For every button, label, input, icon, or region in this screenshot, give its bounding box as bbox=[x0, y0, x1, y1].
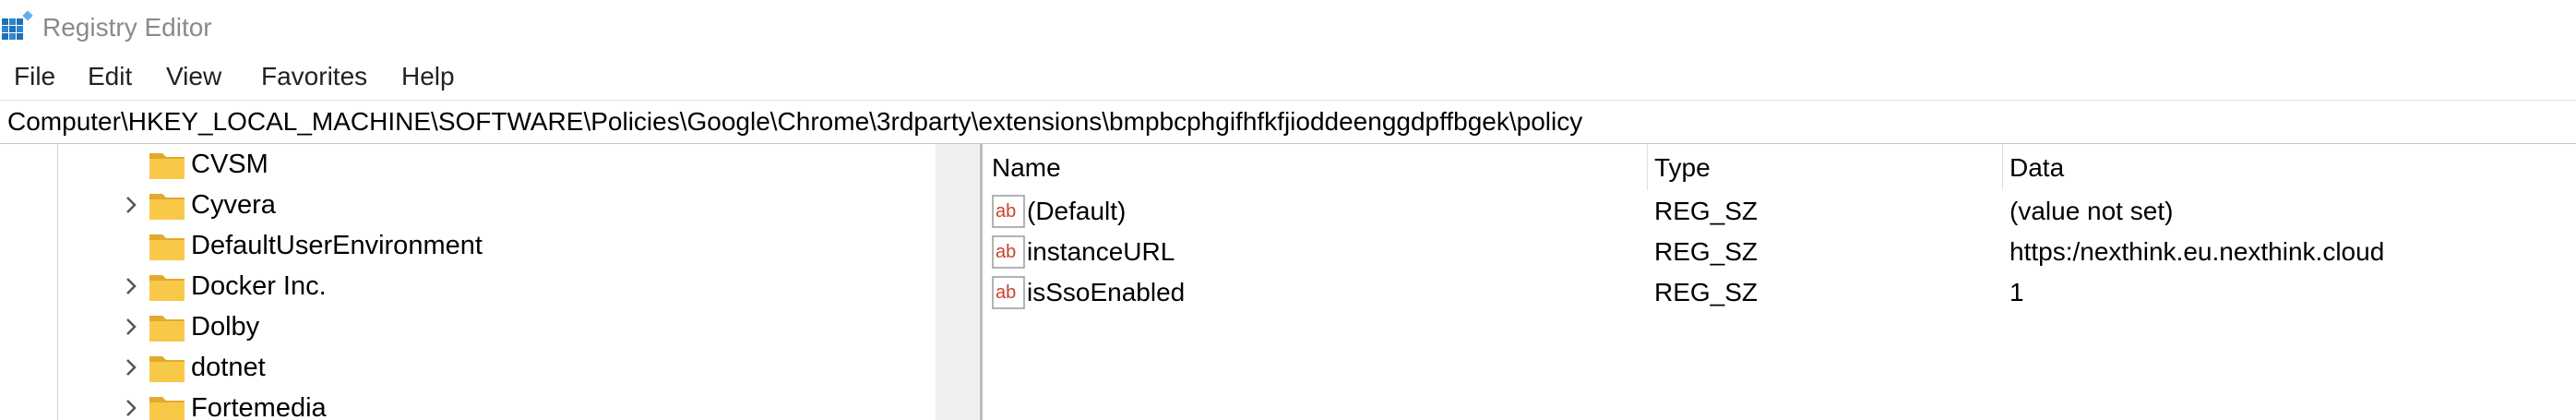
registry-icon bbox=[2, 10, 33, 40]
string-value-icon: ab bbox=[992, 235, 1025, 269]
tree-item-fortemedia[interactable]: Fortemedia bbox=[0, 388, 923, 420]
value-type: REG_SZ bbox=[1654, 278, 1759, 306]
value-data: (value not set) bbox=[2010, 197, 2174, 225]
chevron-right-icon[interactable] bbox=[120, 395, 142, 420]
folder-icon bbox=[149, 356, 185, 382]
value-data: https:/nexthink.eu.nexthink.cloud bbox=[2010, 237, 2385, 266]
menu-bar: File Edit View Favorites Help bbox=[0, 57, 2576, 96]
column-header-type[interactable]: Type bbox=[1654, 144, 1711, 190]
menu-help[interactable]: Help bbox=[401, 57, 455, 96]
title-bar: Registry Editor bbox=[0, 0, 2576, 55]
string-value-icon: ab bbox=[992, 195, 1025, 228]
menu-edit[interactable]: Edit bbox=[88, 57, 132, 96]
tree-item-label: DefaultUserEnvironment bbox=[191, 231, 483, 260]
value-data: 1 bbox=[2010, 278, 2024, 306]
folder-icon bbox=[149, 275, 185, 301]
tree-item-cvsm[interactable]: CVSM bbox=[0, 144, 923, 185]
values-list[interactable]: Name Type Data ab (Default) REG_SZ (valu… bbox=[983, 144, 2576, 420]
value-type: REG_SZ bbox=[1654, 197, 1759, 225]
tree-item-label: dotnet bbox=[191, 353, 266, 382]
key-tree[interactable]: CVSM Cyvera DefaultUserEnvironment Docke… bbox=[0, 144, 980, 420]
window-title: Registry Editor bbox=[42, 13, 212, 42]
tree-item-label: Cyvera bbox=[191, 190, 276, 220]
chevron-right-icon[interactable] bbox=[120, 354, 142, 380]
folder-icon bbox=[149, 194, 185, 220]
address-path[interactable]: Computer\HKEY_LOCAL_MACHINE\SOFTWARE\Pol… bbox=[7, 101, 1582, 143]
value-type: REG_SZ bbox=[1654, 237, 1759, 266]
address-bar[interactable]: Computer\HKEY_LOCAL_MACHINE\SOFTWARE\Pol… bbox=[0, 100, 2576, 144]
column-header-name[interactable]: Name bbox=[992, 144, 1061, 190]
tree-item-docker-inc[interactable]: Docker Inc. bbox=[0, 266, 923, 306]
tree-item-label: CVSM bbox=[191, 150, 268, 179]
menu-file[interactable]: File bbox=[14, 57, 55, 96]
value-name: (Default) bbox=[1027, 197, 1127, 225]
column-divider[interactable] bbox=[1647, 144, 1648, 190]
tree-item-dotnet[interactable]: dotnet bbox=[0, 347, 923, 388]
chevron-right-icon[interactable] bbox=[120, 192, 142, 218]
tree-item-dolby[interactable]: Dolby bbox=[0, 306, 923, 347]
tree-item-label: Dolby bbox=[191, 312, 260, 342]
svg-text:ab: ab bbox=[996, 282, 1016, 303]
tree-item-defaultuserenvironment[interactable]: DefaultUserEnvironment bbox=[0, 225, 923, 266]
menu-favorites[interactable]: Favorites bbox=[261, 57, 367, 96]
value-row-default[interactable]: ab (Default) REG_SZ (value not set) bbox=[983, 190, 2576, 231]
svg-text:ab: ab bbox=[996, 201, 1016, 222]
chevron-right-icon[interactable] bbox=[120, 314, 142, 340]
string-value-icon: ab bbox=[992, 276, 1025, 309]
chevron-right-icon[interactable] bbox=[120, 273, 142, 299]
value-row-instanceurl[interactable]: ab instanceURL REG_SZ https:/nexthink.eu… bbox=[983, 231, 2576, 271]
value-name: isSsoEnabled bbox=[1027, 278, 1186, 306]
folder-icon bbox=[149, 397, 185, 420]
tree-item-cyvera[interactable]: Cyvera bbox=[0, 185, 923, 225]
folder-icon bbox=[149, 316, 185, 342]
value-row-isssoenabled[interactable]: ab isSsoEnabled REG_SZ 1 bbox=[983, 271, 2576, 312]
tree-item-label: Docker Inc. bbox=[191, 271, 327, 301]
svg-text:ab: ab bbox=[996, 242, 1016, 262]
folder-icon bbox=[149, 234, 185, 260]
tree-scrollbar[interactable] bbox=[936, 144, 980, 420]
folder-icon bbox=[149, 153, 185, 179]
value-name: instanceURL bbox=[1027, 237, 1175, 266]
column-header-data[interactable]: Data bbox=[2010, 144, 2064, 190]
column-divider[interactable] bbox=[2002, 144, 2003, 190]
menu-view[interactable]: View bbox=[166, 57, 221, 96]
tree-item-label: Fortemedia bbox=[191, 393, 327, 420]
